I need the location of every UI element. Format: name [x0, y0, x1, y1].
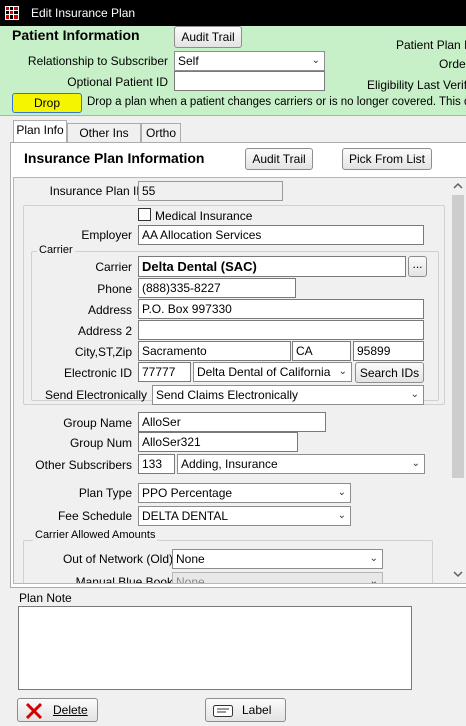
fee-schedule-select[interactable]: DELTA DENTAL ⌄ — [138, 506, 351, 526]
plan-audit-trail-button[interactable]: Audit Trail — [245, 148, 313, 170]
chevron-down-icon: ⌄ — [411, 458, 420, 469]
plan-type-select[interactable]: PPO Percentage ⌄ — [138, 483, 351, 503]
tab-plan-info[interactable]: Plan Info — [13, 120, 67, 143]
drop-button[interactable]: Drop — [12, 93, 82, 113]
red-x-delete-icon — [25, 702, 43, 720]
state-input[interactable]: CA — [292, 341, 351, 361]
zip-input[interactable]: 95899 — [353, 341, 424, 361]
optional-patient-id-input[interactable] — [174, 71, 325, 91]
medical-insurance-checkbox[interactable] — [138, 208, 151, 221]
insurance-plan-id-field: 55 — [138, 181, 283, 201]
relationship-select[interactable]: Self ⌄ — [174, 51, 325, 71]
patient-information-panel: Patient Information Audit Trail Relation… — [0, 26, 466, 116]
scroll-down-icon[interactable] — [453, 570, 463, 578]
electronic-payer-select[interactable]: Delta Dental of California ⌄ — [193, 362, 352, 382]
scroll-up-icon[interactable] — [453, 182, 463, 190]
carrier-input[interactable]: Delta Dental (SAC) — [138, 256, 406, 277]
chevron-down-icon: ⌄ — [369, 553, 378, 564]
employer-label: Employer — [81, 228, 132, 242]
patient-audit-trail-button[interactable]: Audit Trail — [174, 26, 242, 48]
out-of-network-select[interactable]: None ⌄ — [172, 549, 383, 569]
drop-hint-text: Drop a plan when a patient changes carri… — [87, 96, 466, 108]
group-name-input[interactable]: AlloSer — [138, 412, 326, 432]
pick-from-list-button[interactable]: Pick From List — [342, 148, 432, 170]
patient-info-heading: Patient Information — [12, 27, 140, 43]
electronic-id-label: Electronic ID — [63, 366, 132, 380]
phone-label: Phone — [97, 282, 132, 296]
plan-details-scroll-panel: Insurance Plan ID 55 Medical Insurance E… — [13, 177, 466, 584]
optional-patient-id-label: Optional Patient ID — [67, 75, 168, 89]
plan-details-scrollbar[interactable] — [450, 178, 466, 583]
order-label: Order — [439, 57, 466, 71]
insurance-plan-id-label: Insurance Plan ID — [49, 184, 145, 198]
group-name-label: Group Name — [63, 416, 132, 430]
employer-input[interactable]: AA Allocation Services — [138, 225, 424, 245]
title-bar: Edit Insurance Plan — [0, 0, 466, 26]
delete-button-label: Delete — [53, 703, 88, 717]
tab-other-ins-info[interactable]: Other Ins Info — [67, 123, 141, 158]
plan-note-textarea[interactable] — [18, 606, 412, 690]
carrier-allowed-amounts-title: Carrier Allowed Amounts — [33, 529, 158, 541]
plan-info-heading: Insurance Plan Information — [24, 150, 205, 166]
carrier-group-title: Carrier — [37, 244, 75, 256]
carrier-label: Carrier — [95, 260, 132, 274]
address-input[interactable]: P.O. Box 997330 — [138, 299, 424, 319]
city-st-zip-label: City,ST,Zip — [74, 345, 132, 359]
address2-input[interactable] — [138, 320, 424, 340]
search-ids-button[interactable]: Search IDs — [355, 362, 424, 383]
patient-plan-id-label: Patient Plan ID — [396, 38, 466, 52]
app-grid-icon — [5, 6, 19, 20]
other-subscribers-select[interactable]: Adding, Insurance ⌄ — [177, 454, 425, 474]
address-label: Address — [87, 303, 132, 317]
medical-insurance-label: Medical Insurance — [155, 209, 253, 223]
window-title: Edit Insurance Plan — [31, 6, 136, 20]
out-of-network-label: Out of Network (Old) — [62, 552, 173, 566]
manual-blue-book-select[interactable]: None ⌄ — [172, 572, 383, 584]
chevron-down-icon: ⌄ — [369, 576, 378, 584]
tab-ortho[interactable]: Ortho — [141, 123, 181, 142]
send-electronically-label: Send Electronically — [44, 388, 147, 402]
label-button-text: Label — [242, 703, 272, 717]
fee-schedule-label: Fee Schedule — [57, 509, 132, 523]
address2-label: Address 2 — [77, 324, 132, 338]
label-button[interactable]: Label — [205, 698, 286, 722]
eligibility-last-verified-label: Eligibility Last Verified — [367, 78, 466, 92]
plan-note-label: Plan Note — [19, 591, 72, 605]
send-electronically-select[interactable]: Send Claims Electronically ⌄ — [152, 385, 424, 405]
electronic-id-input[interactable]: 77777 — [138, 362, 191, 382]
delete-button[interactable]: Delete — [17, 698, 98, 722]
chevron-down-icon: ⌄ — [337, 510, 346, 521]
chevron-down-icon: ⌄ — [311, 55, 320, 66]
chevron-down-icon: ⌄ — [410, 389, 419, 400]
manual-blue-book-label: Manual Blue Book — [75, 575, 173, 584]
group-num-input[interactable]: AlloSer321 — [138, 432, 298, 452]
chevron-down-icon: ⌄ — [337, 487, 346, 498]
city-input[interactable]: Sacramento — [138, 341, 291, 361]
label-tag-icon — [213, 705, 233, 717]
carrier-pick-button[interactable]: ... — [408, 256, 427, 277]
chevron-down-icon: ⌄ — [338, 366, 347, 377]
group-num-label: Group Num — [69, 436, 132, 450]
relationship-label: Relationship to Subscriber — [27, 54, 168, 68]
other-subscribers-count: 133 — [138, 454, 175, 474]
plan-type-label: Plan Type — [78, 486, 132, 500]
phone-input[interactable]: (888)335-8227 — [138, 278, 296, 298]
other-subscribers-label: Other Subscribers — [35, 458, 132, 472]
scrollbar-thumb[interactable] — [452, 195, 464, 478]
